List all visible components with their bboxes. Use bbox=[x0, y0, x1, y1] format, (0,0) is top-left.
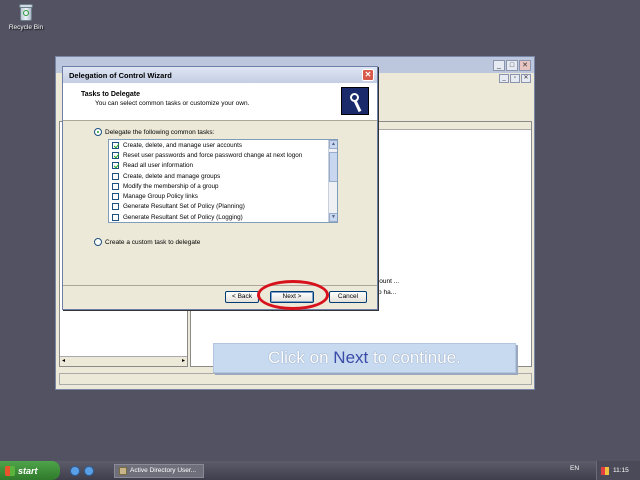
task-label: Create, delete and manage groups bbox=[123, 172, 221, 180]
back-button[interactable]: < Back bbox=[225, 291, 259, 303]
task-label: Generate Resultant Set of Policy (Planni… bbox=[123, 203, 245, 211]
quicklaunch-ie-icon[interactable] bbox=[84, 465, 94, 476]
radio-custom-task[interactable]: Create a custom task to delegate bbox=[94, 238, 377, 246]
task-item[interactable]: Read all user information bbox=[109, 161, 337, 171]
task-label: Modify the membership of a group bbox=[123, 182, 219, 190]
wizard-footer: < Back Next > Cancel bbox=[63, 285, 377, 305]
task-item[interactable]: Create, delete, and manage user accounts bbox=[109, 140, 337, 150]
task-item[interactable]: Modify the membership of a group bbox=[109, 181, 337, 191]
tray-icon[interactable] bbox=[601, 466, 609, 475]
wizard-title: Delegation of Control Wizard bbox=[69, 70, 172, 80]
system-tray: 11:15 bbox=[596, 461, 640, 480]
wizard-keys-icon bbox=[341, 87, 369, 115]
status-bar bbox=[59, 373, 532, 385]
wizard-close-button[interactable]: ✕ bbox=[362, 69, 374, 81]
mdi-close-button[interactable]: ✕ bbox=[521, 74, 531, 83]
task-item[interactable]: Generate Resultant Set of Policy (Loggin… bbox=[109, 212, 337, 222]
task-item[interactable]: Manage Group Policy links bbox=[109, 191, 337, 201]
clock[interactable]: 11:15 bbox=[613, 467, 629, 474]
quick-launch bbox=[70, 465, 94, 476]
task-checkbox[interactable] bbox=[112, 151, 119, 159]
task-item[interactable]: Reset user passwords and force password … bbox=[109, 150, 337, 160]
start-flag-icon bbox=[5, 465, 15, 476]
task-label: Generate Resultant Set of Policy (Loggin… bbox=[123, 213, 243, 221]
callout-highlight: Next bbox=[333, 348, 369, 367]
scroll-up-icon[interactable]: ▲ bbox=[329, 140, 337, 149]
wizard-header-title: Tasks to Delegate bbox=[81, 91, 141, 98]
start-button[interactable]: start bbox=[0, 461, 60, 480]
quicklaunch-desktop-icon[interactable] bbox=[70, 465, 80, 476]
task-label: Read all user information bbox=[123, 162, 194, 170]
delegation-wizard-dialog: Delegation of Control Wizard ✕ Tasks to … bbox=[62, 66, 378, 310]
tree-horizontal-scrollbar[interactable]: ◂ ▸ bbox=[60, 356, 187, 366]
callout-suffix: to continue. bbox=[373, 348, 461, 367]
task-item[interactable]: Create, delete and manage groups bbox=[109, 171, 337, 181]
mdi-minimize-button[interactable]: _ bbox=[499, 74, 509, 83]
radio-common-label: Delegate the following common tasks: bbox=[105, 128, 215, 136]
task-checkbox[interactable] bbox=[112, 213, 119, 221]
radio-custom-indicator[interactable] bbox=[94, 238, 102, 246]
wizard-body: Delegate the following common tasks: Cre… bbox=[63, 121, 377, 281]
mdi-restore-button[interactable]: ▫ bbox=[510, 74, 520, 83]
task-list[interactable]: Create, delete, and manage user accounts… bbox=[108, 139, 338, 223]
task-list-scrollbar[interactable]: ▲ ▼ bbox=[328, 140, 337, 222]
minimize-button[interactable]: _ bbox=[493, 59, 505, 71]
start-label: start bbox=[18, 465, 38, 476]
wizard-header: Tasks to Delegate You can select common … bbox=[63, 83, 377, 121]
tutorial-callout: Click on Next to continue. bbox=[213, 343, 516, 373]
task-checkbox[interactable] bbox=[112, 193, 119, 201]
scroll-down-icon[interactable]: ▼ bbox=[329, 213, 337, 222]
recycle-bin[interactable]: Recycle Bin bbox=[6, 2, 46, 31]
scroll-left-icon[interactable]: ◂ bbox=[62, 357, 65, 366]
radio-common-indicator[interactable] bbox=[94, 128, 102, 136]
radio-custom-label: Create a custom task to delegate bbox=[105, 238, 201, 246]
wizard-header-subtitle: You can select common tasks or customize… bbox=[95, 100, 250, 107]
close-button[interactable]: ✕ bbox=[519, 59, 531, 71]
scroll-thumb[interactable] bbox=[329, 152, 337, 182]
cancel-button[interactable]: Cancel bbox=[329, 291, 367, 303]
active-directory-icon bbox=[119, 466, 127, 475]
taskbar-button-label: Active Directory User... bbox=[130, 467, 197, 474]
task-checkbox[interactable] bbox=[112, 141, 119, 149]
task-label: Reset user passwords and force password … bbox=[123, 151, 303, 159]
taskbar-button-active-directory[interactable]: Active Directory User... bbox=[114, 463, 204, 478]
recycle-bin-label: Recycle Bin bbox=[8, 24, 44, 31]
callout-prefix: Click on bbox=[268, 348, 329, 367]
task-checkbox[interactable] bbox=[112, 203, 119, 211]
task-item[interactable]: Generate Resultant Set of Policy (Planni… bbox=[109, 202, 337, 212]
task-checkbox[interactable] bbox=[112, 182, 119, 190]
wizard-titlebar: Delegation of Control Wizard ✕ bbox=[63, 67, 377, 83]
recycle-bin-icon bbox=[17, 2, 35, 22]
task-checkbox[interactable] bbox=[112, 162, 119, 170]
task-label: Manage Group Policy links bbox=[123, 193, 198, 201]
scroll-right-icon[interactable]: ▸ bbox=[182, 357, 185, 366]
language-indicator[interactable]: EN bbox=[570, 465, 579, 472]
taskbar: start Active Directory User... EN 11:15 bbox=[0, 461, 640, 480]
task-label: Create, delete, and manage user accounts bbox=[123, 141, 243, 149]
maximize-button[interactable]: □ bbox=[506, 59, 518, 71]
task-checkbox[interactable] bbox=[112, 172, 119, 180]
radio-common-tasks[interactable]: Delegate the following common tasks: bbox=[94, 128, 377, 136]
next-highlight-ring bbox=[257, 280, 329, 310]
